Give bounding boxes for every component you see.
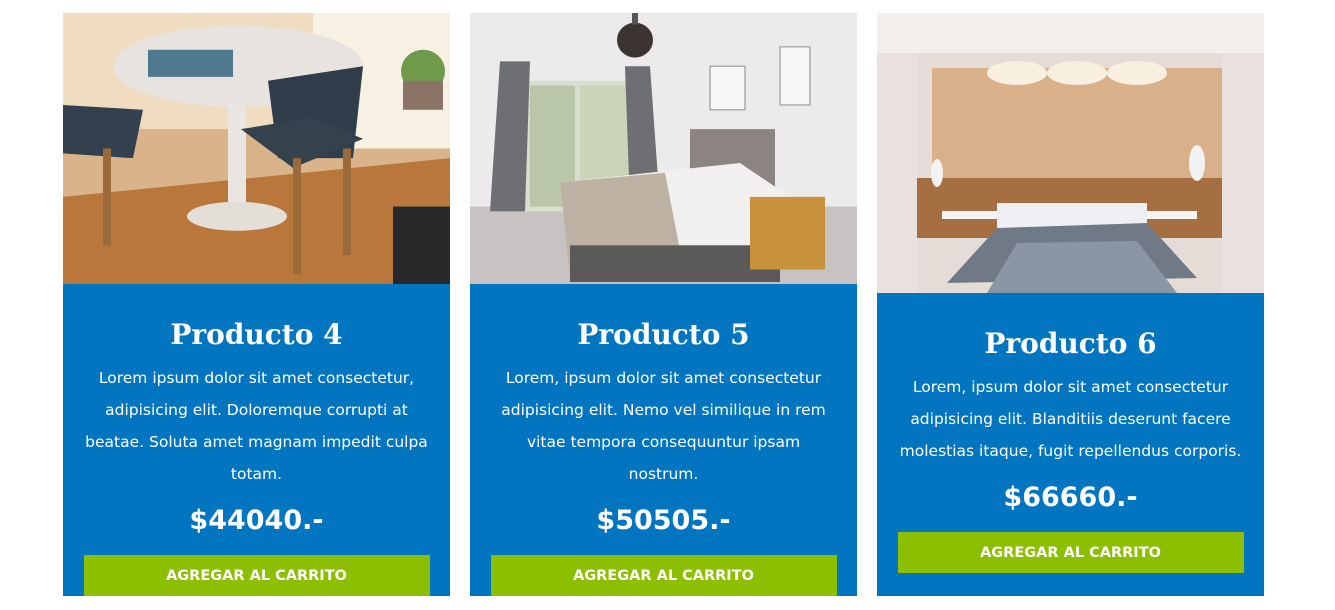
product-card: Producto 4 Lorem ipsum dolor sit amet co… — [63, 13, 450, 596]
product-image-dining-table — [63, 13, 450, 284]
add-to-cart-button[interactable]: Agregar al carrito — [897, 532, 1244, 573]
add-to-cart-button[interactable]: Agregar al carrito — [490, 555, 837, 596]
product-title: Producto 5 — [577, 318, 750, 351]
product-image-wood-bedroom — [877, 13, 1264, 293]
product-card-body: Producto 5 Lorem, ipsum dolor sit amet c… — [470, 284, 857, 596]
product-card: Producto 6 Lorem, ipsum dolor sit amet c… — [877, 13, 1264, 596]
product-card-body: Producto 6 Lorem, ipsum dolor sit amet c… — [877, 293, 1264, 596]
product-description: Lorem ipsum dolor sit amet consectetur, … — [85, 369, 428, 483]
product-grid: Producto 4 Lorem ipsum dolor sit amet co… — [63, 13, 1264, 596]
product-image-bedroom — [470, 13, 857, 284]
product-description: Lorem, ipsum dolor sit amet consectetur … — [899, 378, 1242, 460]
product-price: $50505.- — [596, 505, 731, 536]
product-title: Producto 4 — [170, 318, 343, 351]
product-price: $66660.- — [1003, 482, 1138, 513]
product-price: $44040.- — [189, 505, 324, 536]
product-card-body: Producto 4 Lorem ipsum dolor sit amet co… — [63, 284, 450, 596]
product-description: Lorem, ipsum dolor sit amet consectetur … — [501, 369, 826, 483]
product-card: Producto 5 Lorem, ipsum dolor sit amet c… — [470, 13, 857, 596]
product-title: Producto 6 — [984, 327, 1157, 360]
add-to-cart-button[interactable]: Agregar al carrito — [83, 555, 430, 596]
